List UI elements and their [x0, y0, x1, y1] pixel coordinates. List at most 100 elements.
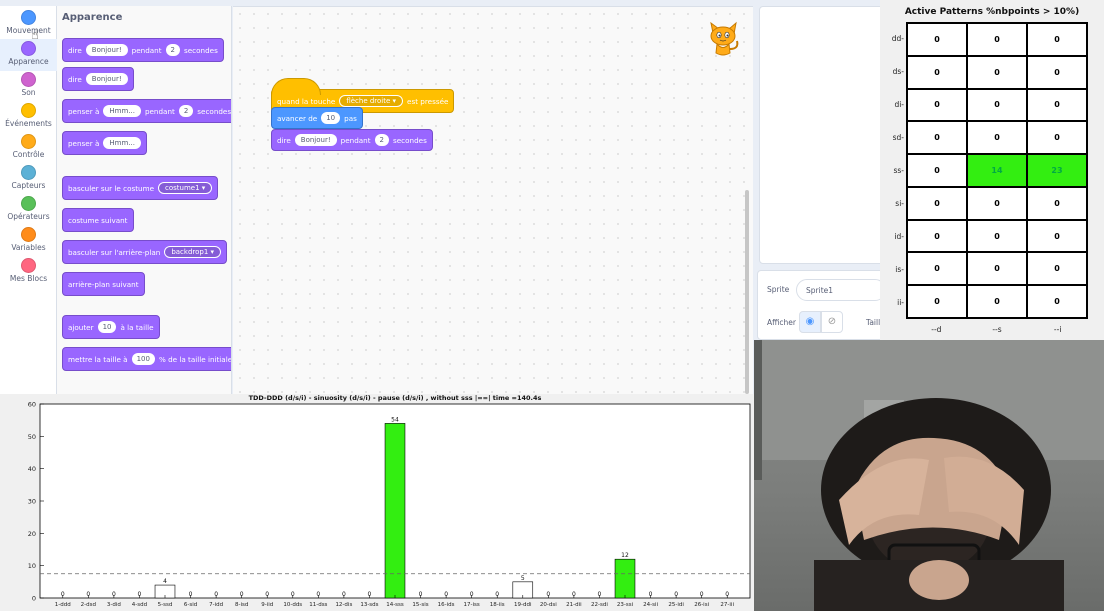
category-color-dot-icon [21, 196, 36, 211]
block-text: pendant [131, 45, 162, 55]
block-text: costume suivant [68, 215, 128, 225]
stage-canvas[interactable] [759, 6, 892, 264]
palette-block-7[interactable]: basculer sur l'arrière-plan backdrop1 ▾ [62, 240, 228, 264]
block-text: % de la taille initiale [158, 354, 232, 364]
code-workspace[interactable]: quand la touche flèche droite ▾ est pres… [233, 6, 753, 394]
pattern-bar-chart: TDD-DDD (d/s/i) - sinuosity (d/s/i) - pa… [0, 394, 754, 611]
block-input[interactable]: Hmm... [103, 137, 141, 149]
y-tick-label: 10 [28, 562, 36, 570]
heatmap-title: Active Patterns %nbpoints > 10%) [904, 7, 1080, 17]
move-steps-block[interactable]: avancer de 10 pas [271, 107, 363, 129]
x-tick-label: 13-sds [360, 602, 378, 608]
say-block-text-after: secondes [393, 135, 427, 145]
heatmap-grid: 0 0 0 0 0 0 0 0 0 0 0 0 0 14 23 0 0 0 0 0 0 0 0 0 0 0 0 [906, 22, 1088, 319]
heatmap-cell: 0 [907, 154, 967, 187]
heatmap-cell: 0 [967, 252, 1027, 286]
x-tick-label: 14-sss [386, 602, 404, 608]
category-8[interactable]: Variables [0, 225, 57, 257]
block-input[interactable]: 10 [97, 321, 117, 333]
block-text: à la taille [120, 322, 154, 332]
category-label: Capteurs [11, 181, 46, 190]
category-6[interactable]: Capteurs [0, 163, 57, 195]
palette-block-6[interactable]: costume suivant [62, 208, 134, 232]
block-input[interactable]: Hmm... [103, 105, 141, 117]
palette-block-10[interactable]: mettre la taille à 100% de la taille init… [62, 347, 232, 371]
move-steps-input[interactable]: 10 [321, 112, 341, 124]
category-4[interactable]: Événements [0, 101, 57, 133]
y-tick-label: 20 [28, 530, 36, 538]
block-palette: Apparence dire Bonjour! pendant 2 secondes di… [57, 6, 232, 394]
say-secs-input[interactable]: 2 [374, 134, 390, 146]
category-2[interactable]: Apparence [0, 39, 57, 71]
block-input[interactable]: 100 [131, 353, 155, 365]
heatmap-cell: 0 [1027, 252, 1087, 286]
y-tick-label: 40 [28, 465, 36, 473]
category-9[interactable]: Mes Blocs [0, 256, 57, 288]
show-sprite-eye-icon[interactable]: ◉ [799, 311, 821, 333]
category-7[interactable]: Opérateurs [0, 194, 57, 226]
category-color-dot-icon [21, 10, 36, 25]
category-1[interactable]: Mouvement [0, 8, 57, 40]
heatmap-cell: 0 [1027, 88, 1087, 122]
key-dropdown[interactable]: flèche droite ▾ [339, 95, 404, 107]
category-label: Événements [5, 119, 52, 128]
palette-block-3[interactable]: penser à Hmm... pendant 2 secondes [62, 99, 232, 123]
workspace-scrollbar[interactable] [745, 190, 749, 394]
heatmap-row-label: is- [895, 264, 904, 274]
bar [384, 423, 406, 599]
bar [614, 558, 636, 599]
category-label: Mes Blocs [9, 274, 48, 283]
sprite-name-input[interactable]: Sprite1 [796, 279, 886, 301]
move-block-text-after: pas [344, 113, 357, 123]
say-for-secs-block[interactable]: dire Bonjour! pendant 2 secondes [271, 129, 433, 151]
palette-block-4[interactable]: penser à Hmm... [62, 131, 147, 155]
heatmap-cell: 0 [907, 55, 967, 89]
category-menu: Mouvement Apparence Son Événements Contrôle C… [0, 6, 57, 394]
category-label: Opérateurs [7, 212, 50, 221]
heatmap-row-label: id- [894, 231, 904, 241]
webcam-video [754, 340, 1104, 611]
palette-block-1[interactable]: dire Bonjour! pendant 2 secondes [62, 38, 224, 62]
category-label: Apparence [8, 57, 49, 66]
block-dropdown[interactable]: backdrop1 ▾ [164, 246, 222, 258]
block-text: pendant [144, 106, 175, 116]
y-tick-label: 0 [32, 595, 36, 603]
palette-block-9[interactable]: ajouter 10 à la taille [62, 315, 160, 339]
block-input[interactable]: 2 [165, 44, 181, 56]
heatmap-cell: 0 [1027, 285, 1087, 318]
block-dropdown[interactable]: costume1 ▾ [158, 182, 213, 194]
x-tick-label: 24-sii [643, 602, 658, 608]
say-text-input[interactable]: Bonjour! [294, 134, 337, 146]
block-input[interactable]: Bonjour! [85, 44, 128, 56]
bar-value-label: 54 [391, 416, 399, 423]
move-block-text-before: avancer de [277, 113, 318, 123]
block-text: dire [68, 74, 82, 84]
x-tick-label: 26-isi [694, 602, 709, 608]
x-tick-label: 7-idd [209, 602, 223, 608]
category-3[interactable]: Son [0, 70, 57, 102]
category-color-dot-icon [21, 227, 36, 242]
x-tick-label: 3-did [107, 602, 121, 608]
palette-block-5[interactable]: basculer sur le costume costume1 ▾ [62, 176, 219, 200]
x-tick-label: 16-ids [438, 602, 455, 608]
palette-block-2[interactable]: dire Bonjour! [62, 67, 134, 91]
block-text: secondes [197, 106, 232, 116]
bar-value-label: 12 [621, 552, 629, 559]
block-input[interactable]: Bonjour! [85, 73, 128, 85]
heatmap-cell: 23 [1027, 154, 1087, 187]
heatmap-cell: 0 [907, 252, 967, 286]
block-text: basculer sur le costume [68, 183, 155, 193]
block-text: mettre la taille à [68, 354, 128, 364]
heatmap-cell: 0 [1027, 23, 1087, 56]
block-input[interactable]: 2 [178, 105, 194, 117]
heatmap-cell: 0 [907, 88, 967, 122]
heatmap-cell: 0 [967, 285, 1027, 318]
palette-block-8[interactable]: arrière-plan suivant [62, 272, 145, 296]
category-label: Mouvement [6, 26, 51, 35]
chart-title: TDD-DDD (d/s/i) - sinuosity (d/s/i) - pa… [249, 394, 542, 403]
bar-value-label: 4 [163, 578, 167, 585]
block-text: basculer sur l'arrière-plan [68, 247, 161, 257]
app-window: Mouvement Apparence Son Événements Contrôle C… [0, 0, 1104, 611]
hide-sprite-eye-off-icon[interactable]: ⊘ [821, 311, 843, 333]
category-5[interactable]: Contrôle [0, 132, 57, 164]
